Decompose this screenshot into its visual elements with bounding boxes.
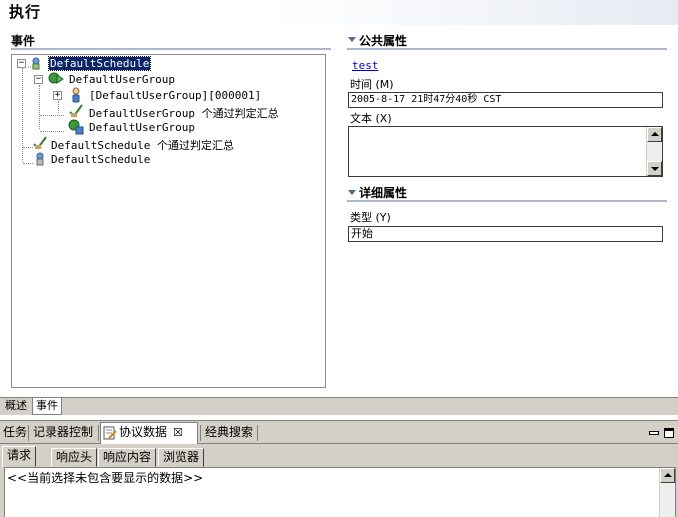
page-title: 执行 [9,3,42,21]
tab-request[interactable]: 请求 [2,446,37,467]
tab-separator [98,425,99,441]
tab-recorder-control[interactable]: 记录器控制 [30,423,96,443]
collapse-toggle[interactable]: − [34,75,43,84]
type-field[interactable]: 开始 [348,226,663,242]
tree-node-label[interactable]: DefaultUserGroup [89,121,195,134]
editor-body: 事件 − DefaultSchedule − DefaultUserGroup [0,25,678,397]
verdict-icon [68,103,84,118]
common-props-title: 公共属性 [359,34,408,48]
events-tree[interactable]: − DefaultSchedule − DefaultUserGroup + [… [11,54,326,388]
tab-separator [200,425,201,441]
text-label: 文本 (X) [350,112,392,125]
tab-response-content[interactable]: 响应内容 [98,448,157,467]
tab-events[interactable]: 事件 [32,398,62,415]
user-icon [68,87,84,103]
tree-connector [40,115,64,116]
edit-document-icon [103,426,117,446]
tab-separator [257,425,258,441]
tree-node-label[interactable]: DefaultSchedule 个通过判定汇总 [51,137,234,153]
text-area-scrollbar[interactable] [646,127,662,176]
detail-props-title: 详细属性 [359,186,408,200]
schedule-icon [28,57,44,71]
tab-classic-search[interactable]: 经典搜索 [202,423,256,443]
minimize-icon[interactable] [649,427,659,437]
view-tab-strip: 任务 记录器控制 协议数据 ☒ 经典搜索 [0,421,678,444]
tree-node-label[interactable]: DefaultSchedule [51,153,150,166]
tree-node-label[interactable]: [DefaultUserGroup][000001] [89,89,261,102]
sub-tab-strip: 请求 响应头 响应内容 浏览器 [0,445,678,467]
time-label: 时间 (M) [350,78,394,91]
events-section-rule [11,48,331,50]
bottom-view: 任务 记录器控制 协议数据 ☒ 经典搜索 请求 响应头 响应内容 浏览器 <<当… [0,420,678,517]
time-field[interactable]: 2005-8-17 21时47分40秒 CST [348,92,663,108]
test-link[interactable]: test [352,59,379,72]
tree-node-label[interactable]: DefaultUserGroup [69,73,175,86]
collapse-section-icon[interactable] [348,37,356,42]
tab-protocol-data-label: 协议数据 [119,425,168,439]
text-area[interactable] [348,126,663,177]
tab-separator [28,425,29,441]
user-group-end-icon [68,119,84,135]
expand-toggle[interactable]: + [53,91,62,100]
events-section-title: 事件 [11,34,36,48]
verdict-icon [32,135,48,150]
schedule-end-icon [32,151,48,166]
workbench: 执行 事件 − DefaultSchedule − DefaultUserGro… [0,0,678,517]
content-scrollbar[interactable] [659,468,675,517]
user-group-icon [48,72,64,86]
editor-header: 执行 [0,0,678,25]
scroll-up-button[interactable] [647,127,662,142]
collapse-toggle[interactable]: − [17,59,26,68]
tree-connector [39,85,40,129]
tab-overview[interactable]: 概述 [2,398,30,415]
common-props-rule [347,48,667,50]
tab-protocol-data[interactable]: 协议数据 ☒ [100,422,198,444]
tree-node-label[interactable]: DefaultSchedule [47,56,152,71]
tab-response-header[interactable]: 响应头 [51,448,98,467]
tree-connector [40,131,64,132]
scroll-down-button[interactable] [647,161,662,176]
scroll-up-button[interactable] [660,468,675,483]
maximize-icon[interactable] [664,427,674,438]
tab-tasks[interactable]: 任务 [0,423,30,443]
type-label: 类型 (Y) [350,211,391,224]
tree-node-label[interactable]: DefaultUserGroup 个通过判定汇总 [89,105,279,121]
editor-page-tabs: 概述 事件 [0,397,678,415]
protocol-content-area: <<当前选择未包含要显示的数据>> [4,467,676,517]
empty-message: <<当前选择未包含要显示的数据>> [7,471,204,485]
detail-props-rule [347,200,667,202]
close-icon[interactable]: ☒ [173,423,183,442]
collapse-section-icon[interactable] [348,190,356,195]
tab-browser[interactable]: 浏览器 [158,448,205,467]
tree-connector [58,101,59,113]
